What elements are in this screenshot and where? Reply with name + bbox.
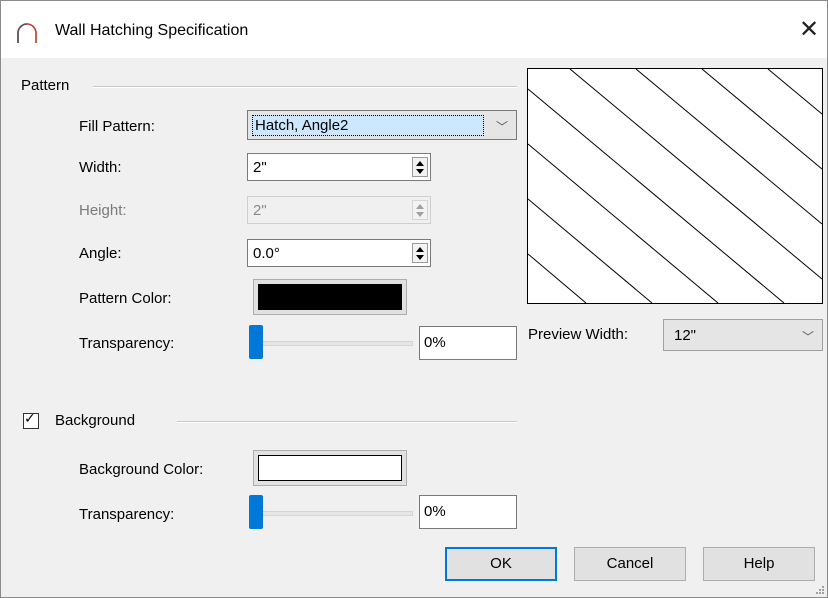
slider-track [249, 511, 413, 516]
pattern-transparency-label: Transparency: [79, 335, 175, 352]
background-transparency-slider[interactable] [249, 495, 413, 529]
width-spin-buttons[interactable] [412, 157, 428, 177]
spin-down-icon [416, 212, 424, 217]
height-value: 2" [253, 202, 267, 219]
title-bar: Wall Hatching Specification ✕ [1, 1, 827, 58]
fill-pattern-label: Fill Pattern: [79, 118, 155, 135]
pattern-transparency-slider[interactable] [249, 325, 413, 359]
angle-spin-buttons[interactable] [412, 243, 428, 263]
slider-thumb[interactable] [249, 495, 263, 529]
spin-down-icon[interactable] [416, 255, 424, 260]
background-group-divider [177, 421, 517, 423]
pattern-color-button[interactable] [253, 279, 407, 315]
spin-down-icon[interactable] [416, 169, 424, 174]
height-spinbox: 2" [247, 196, 431, 224]
pattern-color-swatch [258, 284, 402, 310]
background-color-label: Background Color: [79, 461, 204, 478]
background-color-button[interactable] [253, 450, 407, 486]
background-color-swatch [258, 455, 402, 481]
background-transparency-input[interactable]: 0% [419, 495, 517, 529]
background-checkbox[interactable]: ✓ [23, 411, 39, 429]
pattern-color-label: Pattern Color: [79, 290, 172, 307]
hatch-preview-lines [528, 69, 822, 303]
cancel-button[interactable]: Cancel [574, 547, 686, 581]
height-spin-buttons [412, 200, 428, 220]
close-icon[interactable]: ✕ [799, 17, 819, 41]
slider-thumb[interactable] [249, 325, 263, 359]
slider-track [249, 341, 413, 346]
preview-width-value: 12" [674, 327, 697, 344]
checkmark-icon: ✓ [24, 411, 36, 427]
resize-grip-icon[interactable] [814, 584, 824, 594]
help-button[interactable]: Help [703, 547, 815, 581]
chevron-down-icon: ﹀ [801, 330, 814, 344]
pattern-group-divider [93, 86, 517, 88]
width-label: Width: [79, 159, 122, 176]
spin-up-icon[interactable] [416, 161, 424, 166]
fill-pattern-value: Hatch, Angle2 [252, 115, 484, 136]
chevron-down-icon: ﹀ [495, 120, 508, 134]
background-group-label: Background [55, 412, 136, 429]
angle-label: Angle: [79, 245, 122, 262]
background-transparency-label: Transparency: [79, 506, 175, 523]
pattern-transparency-input[interactable]: 0% [419, 326, 517, 360]
spin-up-icon[interactable] [416, 247, 424, 252]
ok-button[interactable]: OK [445, 547, 557, 581]
angle-value: 0.0° [253, 245, 280, 262]
preview-width-label: Preview Width: [528, 326, 629, 343]
fill-pattern-select[interactable]: Hatch, Angle2 ﹀ [247, 110, 517, 140]
width-spinbox[interactable]: 2" [247, 153, 431, 181]
arch-icon [17, 23, 37, 43]
angle-spinbox[interactable]: 0.0° [247, 239, 431, 267]
spin-up-icon [416, 204, 424, 209]
hatch-preview [527, 68, 823, 304]
height-label: Height: [79, 202, 127, 219]
preview-width-select[interactable]: 12" ﹀ [663, 319, 823, 351]
pattern-group-label: Pattern [21, 77, 70, 94]
width-value: 2" [253, 159, 267, 176]
window-title: Wall Hatching Specification [55, 22, 249, 39]
dialog-window: Wall Hatching Specification ✕ Pattern Fi… [0, 0, 828, 598]
